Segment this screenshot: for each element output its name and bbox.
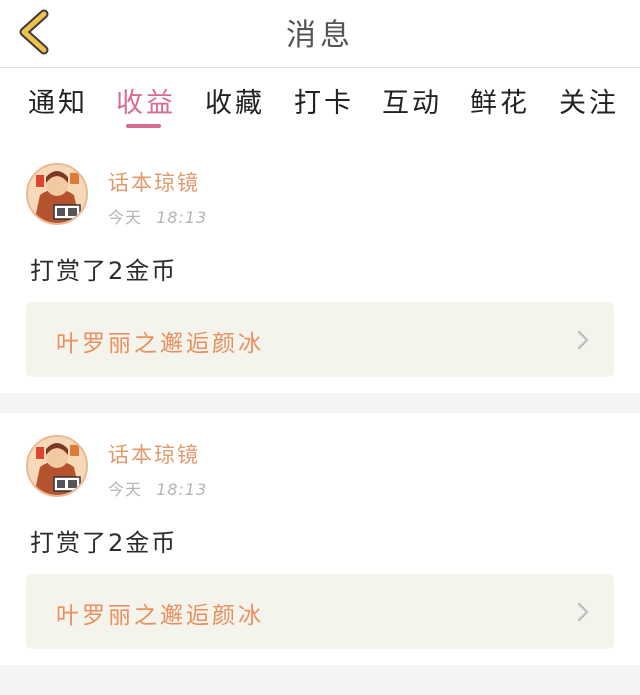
tab-bar: 通知 收益 收藏 打卡 互动 鲜花 关注 [0, 69, 640, 141]
message-text: 打赏了2金币 [30, 257, 178, 285]
tab-flowers[interactable]: 鲜花 [470, 81, 530, 120]
card-separator [0, 665, 640, 695]
user-name[interactable]: 话本琼镜 [108, 167, 200, 197]
message-card: 话本琼镜 今天 18:13 打赏了2金币 叶罗丽之邂逅颜冰 [0, 141, 640, 393]
post-day: 今天 [108, 480, 143, 499]
post-time: 今天 18:13 [108, 204, 207, 228]
page-title: 消息 [286, 18, 354, 53]
book-title: 叶罗丽之邂逅颜冰 [56, 331, 264, 357]
post-time: 今天 18:13 [108, 476, 207, 500]
tab-earnings[interactable]: 收益 [116, 81, 176, 120]
avatar-image-icon [28, 437, 86, 495]
message-text: 打赏了2金币 [30, 529, 178, 557]
tab-notifications[interactable]: 通知 [28, 81, 88, 120]
post-day: 今天 [108, 208, 143, 227]
tab-following[interactable]: 关注 [559, 81, 619, 120]
avatar-image-icon [28, 165, 86, 223]
header-bar: 消息 [0, 0, 640, 68]
tab-favorites[interactable]: 收藏 [205, 81, 265, 120]
user-name[interactable]: 话本琼镜 [108, 439, 200, 469]
book-link[interactable]: 叶罗丽之邂逅颜冰 [26, 574, 614, 649]
book-link[interactable]: 叶罗丽之邂逅颜冰 [26, 302, 614, 377]
chevron-right-icon [577, 602, 589, 622]
post-clock: 18:13 [156, 480, 208, 499]
chevron-right-icon [577, 330, 589, 350]
tab-check-in[interactable]: 打卡 [294, 81, 354, 120]
avatar[interactable] [26, 163, 88, 225]
post-clock: 18:13 [156, 208, 208, 227]
card-separator [0, 393, 640, 413]
tab-interactions[interactable]: 互动 [382, 81, 442, 120]
avatar[interactable] [26, 435, 88, 497]
message-card: 话本琼镜 今天 18:13 打赏了2金币 叶罗丽之邂逅颜冰 [0, 413, 640, 665]
messages-screen: 消息 通知 收益 收藏 打卡 互动 鲜花 关注 话本琼镜 今天 18:13 打赏… [0, 0, 640, 695]
active-tab-indicator [126, 124, 161, 128]
book-title: 叶罗丽之邂逅颜冰 [56, 603, 264, 629]
